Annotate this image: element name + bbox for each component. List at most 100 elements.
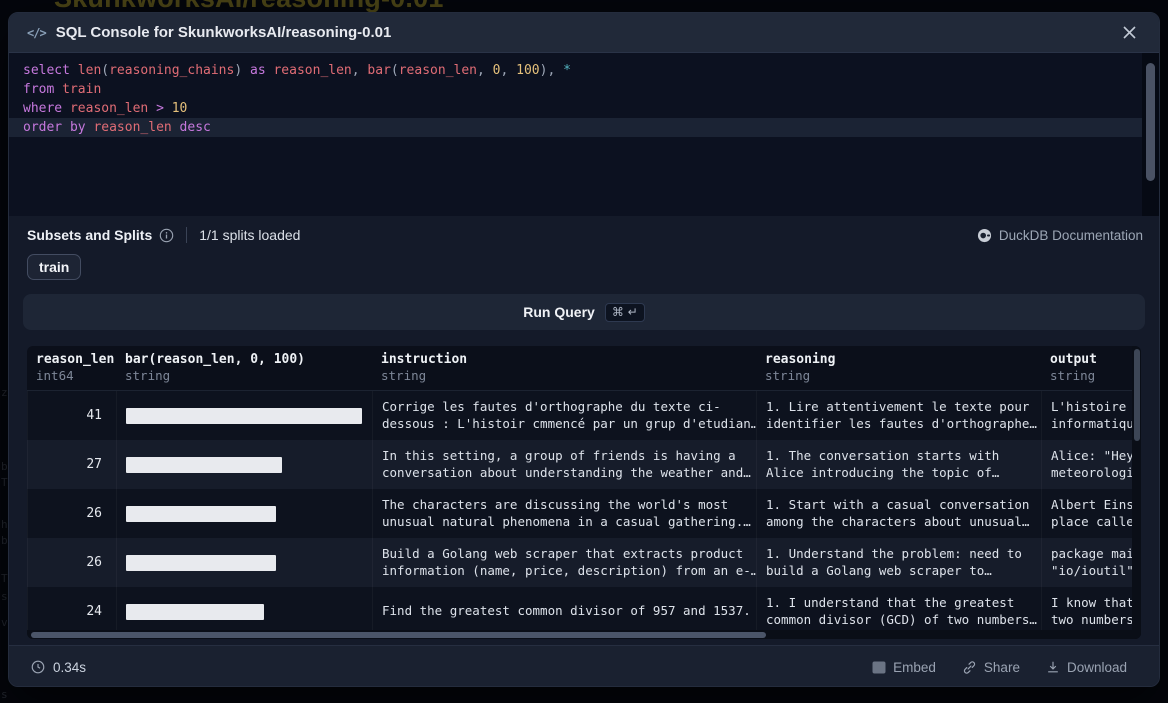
footer-actions: Embed Share Download (872, 660, 1127, 675)
cell-text: Build a Golang web scraper that extracts… (382, 546, 746, 579)
cell-instruction: The characters are discussing the world'… (372, 489, 756, 538)
column-name: reasoning (765, 352, 1031, 367)
cell-reasoning: 1. Start with a casual conversation amon… (756, 489, 1041, 538)
editor-scrollbar-thumb[interactable] (1146, 63, 1155, 181)
cell-bar (116, 391, 372, 440)
sql-token: bar (367, 63, 390, 78)
table-row[interactable]: 41 Corrige les fautes d'orthographe du te… (27, 391, 1141, 440)
column-header-reasoning[interactable]: reasoningstring (756, 346, 1041, 390)
cell-instruction: Build a Golang web scraper that extracts… (372, 538, 756, 587)
sql-editor[interactable]: select len(reasoning_chains) as reason_l… (9, 53, 1159, 216)
bar-visualization (126, 457, 282, 473)
column-name: instruction (381, 352, 746, 367)
download-icon (1046, 660, 1060, 674)
sql-token: select (23, 63, 78, 78)
table-row[interactable]: 24 Find the greatest common divisor of 95… (27, 587, 1141, 636)
cell-text: 1. Start with a casual conversation amon… (766, 497, 1031, 530)
sql-token: reason_len (273, 63, 351, 78)
run-query-shortcut: ⌘ ↵ (605, 303, 645, 322)
table-vertical-scrollbar[interactable] (1132, 346, 1141, 639)
cell-bar (116, 440, 372, 489)
column-type: string (381, 368, 746, 383)
cell-text: Albert Einste place called (1051, 497, 1141, 530)
table-row[interactable]: 26Build a Golang web scraper that extrac… (27, 538, 1141, 587)
background-fragment: s (1, 590, 8, 603)
column-type: string (125, 368, 362, 383)
cell-text: 1. I understand that the greatest common… (766, 595, 1031, 628)
sql-line[interactable]: select len(reasoning_chains) as reason_l… (9, 61, 1159, 80)
table-vertical-scrollbar-thumb[interactable] (1134, 349, 1140, 441)
bar-visualization (126, 555, 276, 571)
run-query-button[interactable]: Run Query ⌘ ↵ (23, 294, 1145, 330)
cell-instruction: Corrige les fautes d'orthographe du text… (372, 391, 756, 440)
download-button[interactable]: Download (1046, 660, 1127, 675)
share-button[interactable]: Share (962, 660, 1020, 675)
sql-line[interactable]: from train (9, 80, 1159, 99)
sql-line[interactable]: where reason_len > 10 (9, 99, 1159, 118)
cell-text: 1. Lire attentivement le texte pour iden… (766, 399, 1031, 432)
clock-icon (31, 660, 45, 674)
sql-token: len (78, 63, 101, 78)
duckdb-docs-link[interactable]: DuckDB Documentation (977, 228, 1143, 243)
table-horizontal-scrollbar[interactable] (27, 630, 1141, 639)
modal-title: SQL Console for SkunkworksAI/reasoning-0… (56, 24, 392, 41)
embed-button[interactable]: Embed (872, 660, 936, 675)
modal-titlebar: </> SQL Console for SkunkworksAI/reasoni… (9, 13, 1159, 53)
cell-text: I know that t two numbers i (1051, 595, 1141, 628)
table-horizontal-scrollbar-thumb[interactable] (31, 632, 766, 638)
column-name: reason_len (36, 352, 106, 367)
sql-token: > (156, 101, 172, 116)
column-type: string (1050, 368, 1141, 383)
table-body: 41 Corrige les fautes d'orthographe du te… (27, 391, 1141, 636)
cell-instruction: In this setting, a group of friends is h… (372, 440, 756, 489)
cell-text: 1. Understand the problem: need to build… (766, 546, 1031, 579)
cell-bar (116, 489, 372, 538)
sql-token: , (501, 63, 517, 78)
download-label: Download (1067, 660, 1127, 675)
info-icon[interactable] (159, 228, 174, 243)
sql-token: 100 (516, 63, 539, 78)
column-header-bar-reason-len-0-100-[interactable]: bar(reason_len, 0, 100)string (116, 346, 372, 390)
column-header-reason-len[interactable]: reason_lenint64 (27, 346, 116, 390)
background-fragment: s (1, 688, 8, 701)
column-type: int64 (36, 368, 106, 383)
column-type: string (765, 368, 1031, 383)
sql-token: , (477, 63, 493, 78)
cell-reasoning: 1. I understand that the greatest common… (756, 587, 1041, 636)
column-header-output[interactable]: outputstring (1041, 346, 1141, 390)
sql-token: order by (23, 120, 93, 135)
results-table: reason_lenint64bar(reason_len, 0, 100)st… (27, 346, 1141, 639)
sql-line[interactable]: order by reason_len desc (9, 118, 1159, 137)
sql-token: reasoning_chains (109, 63, 234, 78)
splits-loaded-status: 1/1 splits loaded (199, 227, 300, 243)
cell-text: Find the greatest common divisor of 957 … (382, 603, 746, 620)
cell-text: Alice: "Hey g meteorologist (1051, 448, 1141, 481)
share-icon (962, 660, 977, 675)
cell-output: I know that t two numbers i (1041, 587, 1141, 636)
cell-reason-len: 26 (27, 489, 116, 538)
cell-text: L'histoire co informatique (1051, 399, 1141, 432)
duckdb-docs-label: DuckDB Documentation (999, 228, 1143, 243)
cell-bar (116, 538, 372, 587)
divider (186, 227, 187, 243)
split-chip-train[interactable]: train (27, 254, 81, 280)
sql-token: desc (180, 120, 211, 135)
background-fragment: T (1, 572, 8, 585)
sql-token: , (352, 63, 368, 78)
cell-reason-len: 24 (27, 587, 116, 636)
query-timer: 0.34s (31, 660, 86, 675)
sql-token: 10 (172, 101, 188, 116)
cell-reason-len: 27 (27, 440, 116, 489)
subsets-splits-heading: Subsets and Splits (27, 227, 152, 243)
table-row[interactable]: 27 In this setting, a group of friends is… (27, 440, 1141, 489)
column-header-instruction[interactable]: instructionstring (372, 346, 756, 390)
sql-token: reason_len (70, 101, 156, 116)
table-row[interactable]: 26 The characters are discussing the worl… (27, 489, 1141, 538)
cell-reasoning: 1. The conversation starts with Alice in… (756, 440, 1041, 489)
table-header: reason_lenint64bar(reason_len, 0, 100)st… (27, 346, 1141, 391)
cell-reason-len: 41 (27, 391, 116, 440)
close-button[interactable] (1118, 23, 1141, 42)
bar-visualization (126, 408, 362, 424)
cell-output: L'histoire co informatique (1041, 391, 1141, 440)
editor-scrollbar[interactable] (1142, 53, 1159, 216)
